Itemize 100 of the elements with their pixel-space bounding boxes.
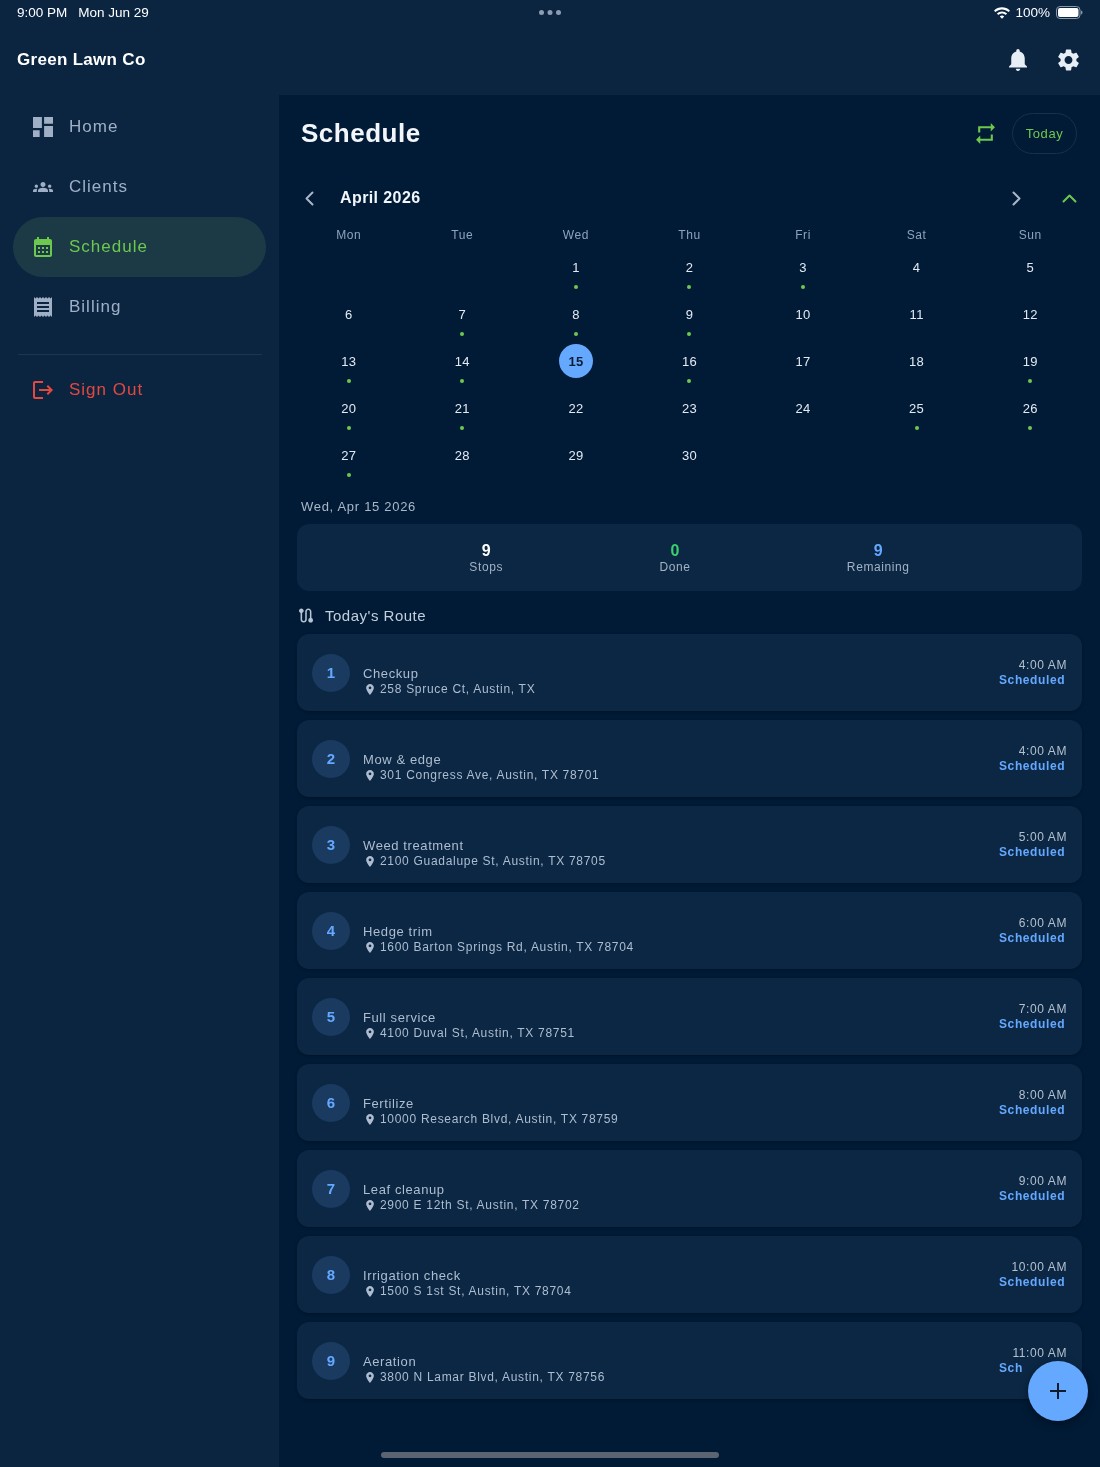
stop-address: 3800 N Lamar Blvd, Austin, TX 78756 [380, 1369, 606, 1385]
stop-time: 4:00 AM [1018, 744, 1067, 759]
stop-number: 3 [312, 825, 350, 864]
weekday-label: Wed [562, 228, 590, 242]
stop-card[interactable]: 5 Full service 4100 Duval St, Austin, TX 78751 7:00 AM Scheduled [297, 978, 1082, 1055]
stop-address: 1600 Barton Springs Rd, Austin, TX 78704 [380, 939, 634, 955]
stop-card[interactable]: 8 Irrigation check 1500 S 1st St, Austin, TX 78704 10:00 AM Scheduled [297, 1236, 1082, 1313]
calendar-day[interactable]: 30 [672, 438, 707, 472]
calendar-day[interactable]: 19 [1013, 344, 1048, 378]
calendar-day[interactable]: 29 [558, 438, 593, 472]
stop-address: 301 Congress Ave, Austin, TX 78701 [380, 767, 600, 783]
month-label: April 2026 [340, 189, 421, 207]
stop-card[interactable]: 9 Aeration 3800 N Lamar Blvd, Austin, TX 78756 11:00 AM Sch [297, 1322, 1082, 1399]
calendar-day[interactable]: 2 [672, 250, 707, 284]
settings-gear-icon[interactable] [1058, 49, 1079, 71]
weekday-label: Sat [906, 228, 927, 242]
logout-icon [33, 380, 53, 400]
nav-item[interactable]: Clients [13, 157, 266, 217]
status-label: Scheduled [999, 845, 1066, 859]
stop-address: 1500 S 1st St, Austin, TX 78704 [380, 1283, 572, 1299]
calendar-day[interactable]: 1 [558, 250, 593, 284]
stop-time: 9:00 AM [1018, 1174, 1067, 1189]
stop-number: 5 [312, 997, 350, 1036]
location-pin-icon [366, 683, 374, 695]
receipt-icon [33, 297, 53, 317]
stop-card[interactable]: 2 Mow & edge 301 Congress Ave, Austin, TX 78701 4:00 AM Scheduled [297, 720, 1082, 797]
battery-icon [1056, 6, 1083, 19]
calendar-day[interactable]: 5 [1013, 250, 1048, 284]
stat-value: 9 [481, 541, 491, 560]
calendar-day[interactable]: 22 [558, 391, 593, 425]
stop-number: 1 [312, 653, 350, 692]
stop-title: Irrigation check [363, 1267, 461, 1284]
location-pin-icon [366, 941, 374, 953]
weekday-label: Tue [451, 228, 474, 242]
calendar-day[interactable]: 15 [558, 344, 593, 378]
stop-card[interactable]: 3 Weed treatment 2100 Guadalupe St, Austin, TX 78705 5:00 AM Scheduled [297, 806, 1082, 883]
calendar-day[interactable]: 20 [331, 391, 366, 425]
notifications-bell-icon[interactable] [1009, 49, 1027, 71]
stop-title: Checkup [363, 665, 419, 682]
nav-item[interactable]: Home [13, 97, 266, 157]
calendar-day[interactable]: 6 [331, 297, 366, 331]
calendar-day[interactable]: 17 [786, 344, 821, 378]
status-label: Sch [999, 1361, 1023, 1375]
location-pin-icon [366, 1285, 374, 1297]
stop-number: 4 [312, 911, 350, 950]
calendar-day[interactable]: 25 [899, 391, 934, 425]
stop-time: 6:00 AM [1018, 916, 1067, 931]
calendar-day[interactable]: 4 [899, 250, 934, 284]
calendar-day[interactable]: 21 [445, 391, 480, 425]
stop-title: Hedge trim [363, 923, 433, 940]
stop-card[interactable]: 4 Hedge trim 1600 Barton Springs Rd, Austin, TX 78704 6:00 AM Scheduled [297, 892, 1082, 969]
stat-label: Stops [469, 559, 504, 574]
repeat-icon[interactable] [976, 123, 995, 144]
calendar-day[interactable]: 18 [899, 344, 934, 378]
calendar-day[interactable]: 27 [331, 438, 366, 472]
stop-title: Aeration [363, 1353, 417, 1370]
stop-address: 4100 Duval St, Austin, TX 78751 [380, 1025, 575, 1041]
stop-card[interactable]: 6 Fertilize 10000 Research Blvd, Austin, TX 78759 8:00 AM Scheduled [297, 1064, 1082, 1141]
calendar-day[interactable]: 9 [672, 297, 707, 331]
stop-address: 2900 E 12th St, Austin, TX 78702 [380, 1197, 580, 1213]
weekday-label: Sun [1018, 228, 1042, 242]
calendar-day[interactable]: 10 [786, 297, 821, 331]
stop-time: 5:00 AM [1018, 830, 1067, 845]
dashboard-icon [33, 117, 53, 137]
calendar-day[interactable]: 26 [1013, 391, 1048, 425]
calendar-day[interactable]: 13 [331, 344, 366, 378]
nav-item[interactable]: Schedule [13, 217, 266, 277]
page-title: Schedule [301, 118, 421, 149]
calendar-day[interactable]: 7 [445, 297, 480, 331]
sign-out-button[interactable]: Sign Out [13, 360, 266, 420]
more-dots-icon[interactable] [539, 10, 561, 15]
location-pin-icon [366, 1199, 374, 1211]
calendar-icon [33, 237, 53, 257]
stop-number: 6 [312, 1083, 350, 1122]
calendar-day[interactable]: 11 [899, 297, 934, 331]
calendar-day[interactable]: 8 [558, 297, 593, 331]
weekday-label: Fri [795, 228, 811, 242]
location-pin-icon [366, 855, 374, 867]
chevron-left-icon[interactable] [305, 190, 314, 206]
stop-card[interactable]: 1 Checkup 258 Spruce Ct, Austin, TX 4:00 AM Scheduled [297, 634, 1082, 711]
calendar-day[interactable]: 14 [445, 344, 480, 378]
selected-date: Wed, Apr 15 2026 [301, 498, 417, 516]
chevron-right-icon[interactable] [1012, 190, 1021, 206]
location-pin-icon [366, 1113, 374, 1125]
wifi-icon [994, 6, 1011, 19]
location-pin-icon [366, 769, 374, 781]
calendar-day[interactable]: 23 [672, 391, 707, 425]
calendar-day[interactable]: 16 [672, 344, 707, 378]
stat-value: 0 [670, 541, 680, 560]
calendar-day[interactable]: 12 [1013, 297, 1048, 331]
calendar-day[interactable]: 3 [786, 250, 821, 284]
stop-time: 8:00 AM [1018, 1088, 1067, 1103]
stop-title: Fertilize [363, 1095, 414, 1112]
calendar-day[interactable]: 24 [786, 391, 821, 425]
stop-card[interactable]: 7 Leaf cleanup 2900 E 12th St, Austin, TX 78702 9:00 AM Scheduled [297, 1150, 1082, 1227]
route-icon [299, 607, 313, 623]
chevron-up-icon[interactable] [1062, 193, 1077, 203]
app-title: Green Lawn Co [17, 50, 146, 70]
nav-item[interactable]: Billing [13, 277, 266, 337]
calendar-day[interactable]: 28 [445, 438, 480, 472]
